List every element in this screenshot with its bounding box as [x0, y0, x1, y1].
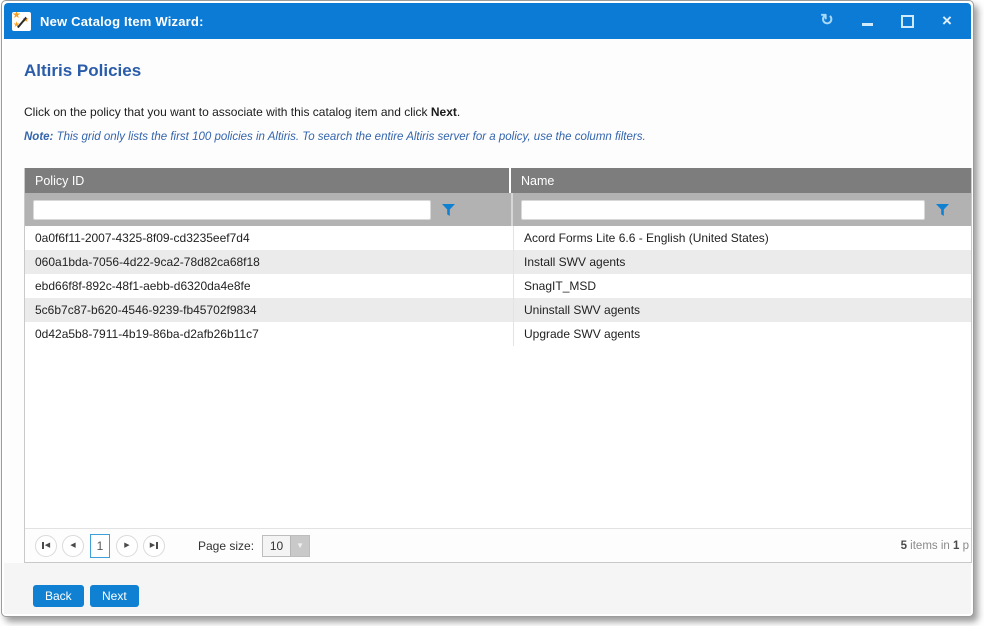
current-page-indicator[interactable]: 1 [90, 534, 110, 558]
previous-page-icon: ◀ [70, 542, 75, 549]
pager-bar: ◀ ◀ 1 ▶ ▶ Page size: 10 ▼ 5 items in 1 p [25, 528, 971, 562]
page-size-dropdown[interactable]: 10 ▼ [262, 535, 310, 557]
table-row[interactable]: ebd66f8f-892c-48f1-aebb-d6320da4e8fe Sna… [25, 274, 971, 298]
grid-empty-area [25, 346, 971, 528]
policy-name-cell: Upgrade SWV agents [513, 322, 971, 346]
table-row[interactable]: 5c6b7c87-b620-4546-9239-fb45702f9834 Uni… [25, 298, 971, 322]
refresh-icon: ↻ [820, 13, 833, 29]
table-row[interactable]: 0d42a5b8-7911-4b19-86ba-d2afb26b11c7 Upg… [25, 322, 971, 346]
first-page-button[interactable]: ◀ [35, 535, 57, 557]
grid-filter-row [25, 193, 971, 226]
next-button[interactable]: Next [90, 585, 139, 607]
last-page-icon: ▶ [150, 542, 155, 549]
wizard-content: Altiris Policies Click on the policy tha… [4, 39, 971, 614]
first-page-icon: ◀ [45, 542, 50, 549]
maximize-icon [901, 15, 914, 28]
name-filter-icon[interactable] [936, 204, 949, 216]
next-page-icon: ▶ [124, 542, 129, 549]
close-icon: × [942, 13, 952, 29]
items-summary: 5 items in 1 p [901, 540, 969, 552]
footer-strip [4, 563, 971, 614]
back-button[interactable]: Back [33, 585, 84, 607]
instruction-text: Click on the policy that you want to ass… [24, 105, 460, 119]
policy-id-filter-icon[interactable] [442, 204, 455, 216]
window-controls: ↻ × [819, 13, 955, 29]
minimize-button[interactable] [859, 13, 875, 29]
window-title: New Catalog Item Wizard: [40, 14, 204, 29]
page-size-label: Page size: [198, 539, 254, 553]
instruction-post: . [457, 105, 460, 119]
policy-name-cell: Acord Forms Lite 6.6 - English (United S… [513, 226, 971, 250]
grid-header-row: Policy ID Name [25, 168, 971, 193]
policy-name-cell: Install SWV agents [513, 250, 971, 274]
previous-page-button[interactable]: ◀ [62, 535, 84, 557]
items-text: items in [907, 540, 953, 552]
policy-id-filter-input[interactable] [33, 200, 431, 220]
policy-name-cell: SnagIT_MSD [513, 274, 971, 298]
instruction-pre: Click on the policy that you want to ass… [24, 105, 431, 119]
title-bar: ★ ★ ★ New Catalog Item Wizard: ↻ × [4, 3, 971, 39]
instruction-bold: Next [431, 105, 457, 119]
maximize-button[interactable] [899, 13, 915, 29]
policy-id-filter-cell [25, 193, 513, 226]
pages-suffix: p [959, 540, 969, 552]
name-filter-cell [513, 193, 971, 226]
policy-name-cell: Uninstall SWV agents [513, 298, 971, 322]
policy-id-cell: 060a1bda-7056-4d22-9ca2-78d82ca68f18 [25, 250, 513, 274]
note-text: Note: This grid only lists the first 100… [24, 131, 646, 143]
policy-id-cell: 5c6b7c87-b620-4546-9239-fb45702f9834 [25, 298, 513, 322]
table-row[interactable]: 060a1bda-7056-4d22-9ca2-78d82ca68f18 Ins… [25, 250, 971, 274]
refresh-button[interactable]: ↻ [819, 13, 835, 29]
minimize-icon [862, 23, 873, 26]
policy-id-cell: ebd66f8f-892c-48f1-aebb-d6320da4e8fe [25, 274, 513, 298]
wizard-app-icon: ★ ★ ★ [12, 12, 31, 31]
close-button[interactable]: × [939, 13, 955, 29]
policies-grid: Policy ID Name 0a0f6f11-20 [24, 168, 972, 563]
first-page-icon [42, 542, 44, 549]
page-size-value: 10 [263, 536, 290, 556]
chevron-down-icon: ▼ [290, 536, 309, 556]
wizard-window: ★ ★ ★ New Catalog Item Wizard: ↻ × Altir… [1, 0, 974, 617]
column-header-name[interactable]: Name [511, 168, 971, 193]
name-filter-input[interactable] [521, 200, 925, 220]
policy-id-cell: 0d42a5b8-7911-4b19-86ba-d2afb26b11c7 [25, 322, 513, 346]
table-row[interactable]: 0a0f6f11-2007-4325-8f09-cd3235eef7d4 Aco… [25, 226, 971, 250]
next-page-button[interactable]: ▶ [116, 535, 138, 557]
note-body: This grid only lists the first 100 polic… [53, 131, 645, 143]
page-title: Altiris Policies [24, 61, 141, 81]
policy-id-cell: 0a0f6f11-2007-4325-8f09-cd3235eef7d4 [25, 226, 513, 250]
last-page-icon [156, 542, 158, 549]
column-header-policy-id[interactable]: Policy ID [25, 168, 511, 193]
note-label: Note: [24, 131, 53, 143]
last-page-button[interactable]: ▶ [143, 535, 165, 557]
